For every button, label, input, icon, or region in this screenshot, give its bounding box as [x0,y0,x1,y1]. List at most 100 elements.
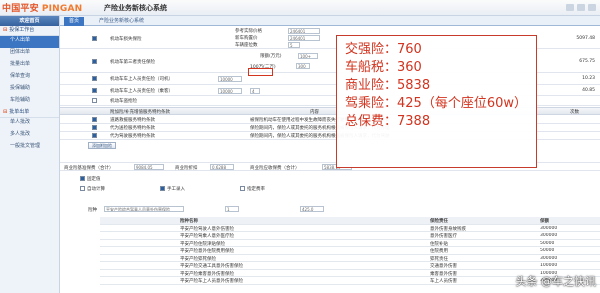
page-select[interactable]: 1 [225,206,239,212]
extra-label: 代为送检服务特约条款 [110,126,155,131]
coverage-checkbox[interactable] [92,59,97,64]
filter-label: 险种 [88,208,97,213]
table-cell: 平安产险车上人员意外伤害保险 [180,279,243,284]
table-cell: 意外伤害身故残疾 [430,226,466,232]
table-cell: 平安产险猝死保险 [180,256,216,262]
sidebar-section-endorse[interactable]: ⊟ 批单出单 [0,108,59,118]
passenger-seats-input[interactable]: 4 [250,88,260,94]
add-extra-button[interactable]: 添加附加险 [88,142,116,149]
table-row[interactable]: 平安产险猝死保险 猝死责任 300000 [100,255,600,262]
table-cell: 猝死责任 [430,256,448,262]
table-cell: 300000 [540,233,558,238]
discount-label: 商业险折扣 [175,166,198,171]
limit-percent-input[interactable]: 300 [296,63,310,69]
filter-select[interactable]: 平安产险综合驾乘人员意外伤害保险 [104,206,184,212]
table-cell: 平安产险驾驶人意外伤害险 [180,226,234,232]
coverage-checkbox[interactable] [92,88,97,93]
tab-home[interactable]: 首页 [64,17,85,26]
system-title: 产险业务新核心系统 [104,4,167,12]
table-cell: 平安产险乘客意外伤害保险 [180,271,234,277]
table-row[interactable]: 平安产险住院津贴保险 住院补贴 50000 [100,240,600,247]
premium-summary-overlay: 交强险：760 车船税：360 商业险：5838 驾乘险：425（每个座位60w… [336,35,537,168]
option-label: 指定费率 [247,187,265,192]
total-value: 425.0 [300,206,324,212]
logo-en: PINGAN [41,4,83,14]
coverage-checkbox[interactable] [92,36,97,41]
sidebar-item-query[interactable]: 保单查询 [0,72,59,84]
extra-checkbox[interactable] [92,117,97,122]
table-cell: 50000 [540,240,555,246]
table-row[interactable]: 平安产险意外住院费用保险 住院费用 50000 [100,247,600,255]
sidebar-item-personal[interactable]: 个人出单 [0,36,59,48]
home-icon[interactable] [566,4,574,11]
logout-icon[interactable] [588,4,596,11]
sidebar-item-batch[interactable]: 批量出单 [0,60,59,72]
watermark: 头条 @车之快讯 [515,275,597,288]
price-label: 参考实际价格 [235,29,262,34]
sidebar-section-workbench[interactable]: ⊟ 投保工作台 [0,26,59,36]
extra-header-content: 内容 [310,110,319,115]
coverage-label: 机动车第三者责任保险 [110,60,155,65]
header-cell: 险种名称 [180,219,198,224]
sidebar-item-assist[interactable]: 投保辅助 [0,84,59,96]
sidebar-item-group[interactable]: 团体出单 [0,48,59,60]
table-row[interactable]: 平安产险驾乘人意外医疗险 意外伤害医疗 300000 [100,232,600,240]
overlay-line: 商业险：5838 [345,78,431,93]
option-checkbox[interactable] [80,176,85,181]
filter-row: 险种 平安产险综合驾乘人员意外伤害保险 1 425.0 [60,205,600,214]
price-input[interactable]: 246401 [288,28,320,34]
extra-header-name: 附加险/补充增值服务特约条款 [110,110,171,115]
sidebar: 欢迎首页 ⊟ 投保工作台 个人出单 团体出单 批量出单 保单查询 投保辅助 车险辅… [0,16,60,293]
table-row[interactable]: 平安产险交通工具意外伤害保险 交通意外伤害 100000 [100,262,600,270]
value-label: 新车购置价 [235,36,258,41]
table-cell: 平安产险驾乘人意外医疗险 [180,234,234,239]
tab-core[interactable]: 产险业务新核心系统 [94,17,149,26]
sidebar-item-multi[interactable]: 多人批改 [0,130,59,142]
sidebar-item-auto[interactable]: 车险辅助 [0,96,59,108]
option-label: 手工录入 [167,187,185,192]
extra-checkbox[interactable] [92,125,97,130]
toolbar-icons [536,4,596,12]
limit-select[interactable]: 100+ [298,53,318,59]
sidebar-item-single[interactable]: 单人批改 [0,118,59,130]
table-cell: 300000 [540,255,558,261]
overlay-line: 总保费：7388 [345,114,431,129]
overlay-line: 驾乘险：425（每个座位60w） [345,96,527,111]
option-label: 固定值 [87,177,101,182]
driver-amount-input[interactable]: 10000 [218,76,242,82]
option-label: 自动计算 [87,187,105,192]
table-cell: 住院补贴 [430,241,448,247]
table-cell: 乘客意外伤害 [430,271,457,277]
app-window: 中国平安 PINGAN 产险业务新核心系统 欢迎首页 ⊟ 投保工作台 个人出单 团体… [0,0,600,293]
value-input[interactable]: 246401 [288,35,320,41]
seat-input[interactable]: 5 [288,42,300,48]
overlay-line: 车船税：360 [345,60,422,75]
extra-label: 代为驾驶服务特约条款 [110,134,155,139]
coverage-checkbox[interactable] [92,98,97,103]
extra-header-count: 次数 [570,110,579,115]
passenger-amount-input[interactable]: 10000 [218,88,242,94]
discount-value[interactable]: 0.6288 [210,164,234,170]
table-cell: 住院费用 [430,249,448,254]
table-row[interactable]: 平安产险驾驶人意外伤害险 意外伤害身故残疾 300000 [100,225,600,232]
option-checkbox[interactable] [240,186,245,191]
table-cell: 平安产险意外住院费用保险 [180,249,234,254]
highlight-box [248,68,273,76]
help-icon[interactable] [577,4,585,11]
header-cell: 保额 [540,219,549,224]
option-row: 自动计算 手工录入 指定费率 [60,185,600,193]
coverage-label: 机动车车上人员责任险（乘客） [110,89,173,94]
overlay-line: 交强险：760 [345,42,422,57]
table-cell: 平安产险交通工具意外伤害保险 [180,264,243,269]
table-header: 险种名称 保险责任 保额 [100,217,600,225]
premium-amount: 40.85 [582,88,595,93]
sidebar-home[interactable]: 欢迎首页 [0,16,59,26]
pingan-logo: 中国平安 PINGAN [2,1,82,14]
sidebar-item-general[interactable]: 一般批文管理 [0,142,59,154]
option-checkbox[interactable] [160,186,165,191]
seat-label: 车辆座位数 [235,43,258,48]
coverage-checkbox[interactable] [92,76,97,81]
option-checkbox[interactable] [80,186,85,191]
extra-checkbox[interactable] [92,133,97,138]
table-cell: 平安产险住院津贴保险 [180,241,225,247]
